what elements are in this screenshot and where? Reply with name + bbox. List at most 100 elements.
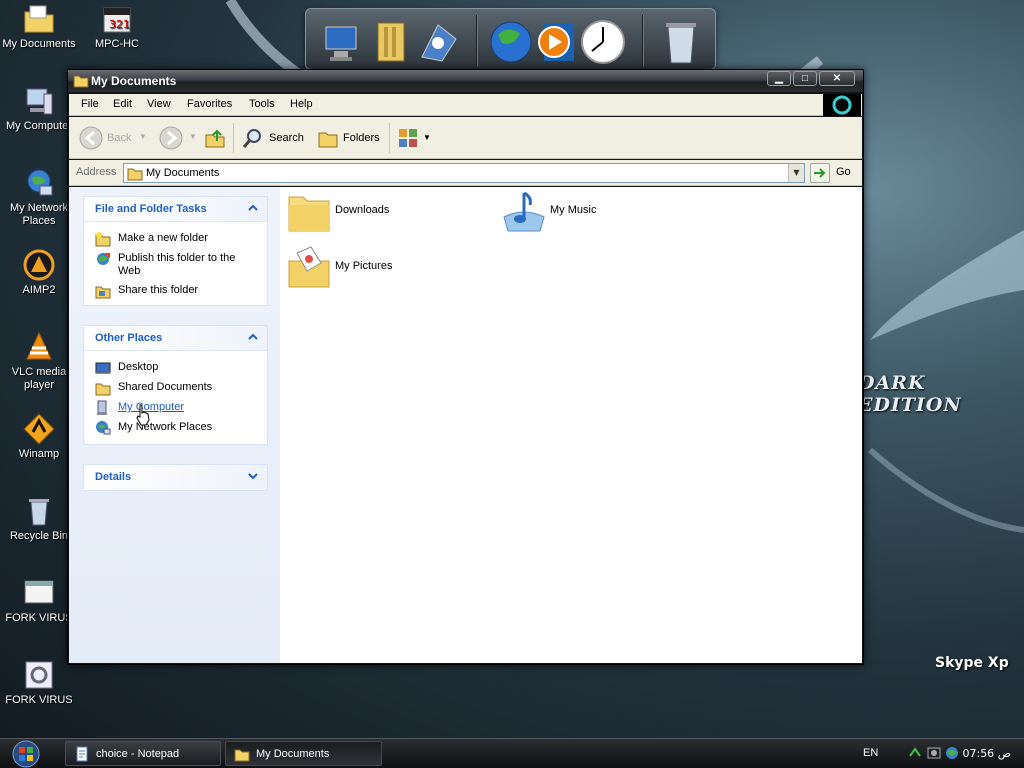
file-item-my-music[interactable]: My Music <box>500 187 710 239</box>
back-dropdown-icon[interactable]: ▼ <box>139 132 147 141</box>
folders-button[interactable]: Folders <box>343 132 380 144</box>
other-places-header[interactable]: Other Places <box>84 326 267 351</box>
details-header[interactable]: Details <box>84 465 267 490</box>
tray-skype-icon[interactable] <box>926 745 942 761</box>
toolbar-divider <box>233 123 234 153</box>
forward-dropdown-icon[interactable]: ▼ <box>189 132 197 141</box>
menu-favorites[interactable]: Favorites <box>187 98 232 110</box>
folder-icon <box>288 196 330 232</box>
vlc-icon <box>26 331 52 360</box>
computer-icon <box>97 400 107 415</box>
edition-branding: DARK EDITION <box>858 372 962 416</box>
minimize-button[interactable]: ▁ <box>767 71 791 86</box>
desktop-icon-vlc[interactable]: VLC media player <box>1 330 77 392</box>
recycle-bin-icon[interactable] <box>658 17 704 67</box>
music-folder-icon <box>503 191 545 232</box>
go-arrow-icon <box>810 163 830 183</box>
explorer-window: My Documents ▁ □ ✕ File Edit View Favori… <box>67 69 864 665</box>
folder-icon <box>95 383 111 396</box>
network-places-icon <box>96 421 111 435</box>
desktop-icon-winamp[interactable]: Winamp <box>1 412 77 461</box>
file-list: Downloads My Music My Pictures <box>280 187 862 663</box>
task-pane: File and Folder Tasks Make a new folder … <box>69 187 280 663</box>
system-tray: 07:56 ص <box>894 739 1024 768</box>
desktop-icon-fork-virus-1[interactable]: FORK VIRUS <box>1 576 77 625</box>
aimp2-icon <box>23 249 55 281</box>
language-indicator[interactable]: EN <box>863 747 878 759</box>
skype-branding: Skype Xp <box>935 655 1009 671</box>
search-button[interactable]: Search <box>269 132 304 144</box>
window-title: My Documents <box>91 74 177 88</box>
file-folder-tasks-header[interactable]: File and Folder Tasks <box>84 197 267 222</box>
desktop-icon <box>95 362 111 374</box>
other-places-panel: Other Places Desktop Shared Documents My… <box>83 325 268 445</box>
up-folder-icon[interactable] <box>204 127 226 149</box>
title-bar[interactable]: My Documents ▁ □ ✕ <box>68 70 863 92</box>
my-documents-icon <box>24 5 54 33</box>
clock[interactable]: 07:56 ص <box>962 747 1011 760</box>
file-item-my-pictures[interactable]: My Pictures <box>285 243 495 295</box>
forward-arrow-icon[interactable] <box>158 125 184 151</box>
file-folder-tasks-panel: File and Folder Tasks Make a new folder … <box>83 196 268 306</box>
my-computer-icon <box>26 88 53 115</box>
address-label: Address <box>76 166 117 178</box>
clock-icon[interactable] <box>580 17 626 67</box>
desktop-icon-network-places[interactable]: My Network Places <box>1 166 77 228</box>
back-button-label[interactable]: Back <box>107 132 131 144</box>
dock-separator <box>476 15 478 67</box>
network-icon[interactable] <box>416 17 462 67</box>
menu-tools[interactable]: Tools <box>249 98 275 110</box>
network-places-icon <box>27 169 53 196</box>
go-button[interactable]: Go <box>810 163 858 183</box>
menu-bar: File Edit View Favorites Tools Help <box>69 94 862 116</box>
mpc-hc-icon: 321 <box>103 7 131 33</box>
desktop-icon-my-documents[interactable]: My Documents <box>1 2 77 51</box>
desktop-icon-my-computer[interactable]: My Computer <box>1 84 77 133</box>
address-dropdown-icon[interactable]: ▼ <box>788 164 804 182</box>
address-value: My Documents <box>146 167 220 179</box>
menu-edit[interactable]: Edit <box>113 98 132 110</box>
globe-icon[interactable] <box>488 17 534 67</box>
taskbar-button-notepad[interactable]: choice - Notepad <box>65 741 221 766</box>
back-arrow-icon[interactable] <box>78 125 104 151</box>
start-button-icon[interactable] <box>8 740 44 768</box>
address-input[interactable]: My Documents ▼ <box>123 163 805 183</box>
folder-icon <box>234 749 250 762</box>
taskbar-button-my-documents[interactable]: My Documents <box>225 741 382 766</box>
go-label: Go <box>836 166 851 178</box>
desktop-icon-aimp2[interactable]: AIMP2 <box>1 248 77 297</box>
close-button[interactable]: ✕ <box>819 71 855 86</box>
maximize-button[interactable]: □ <box>793 71 817 86</box>
desktop-icon-mpc-hc[interactable]: 321 MPC-HC <box>79 2 155 51</box>
notepad-icon <box>76 746 88 762</box>
desktop-icon-fork-virus-2[interactable]: FORK VIRUS <box>1 658 77 707</box>
menu-file[interactable]: File <box>81 98 99 110</box>
tray-globe-icon[interactable] <box>944 745 960 761</box>
chevron-up-icon[interactable] <box>247 331 259 343</box>
media-player-icon[interactable] <box>534 17 580 67</box>
search-icon[interactable] <box>242 127 264 149</box>
throbber-icon <box>832 95 852 115</box>
views-icon[interactable] <box>397 127 421 149</box>
menu-help[interactable]: Help <box>290 98 313 110</box>
address-bar: Address My Documents ▼ Go <box>69 160 862 186</box>
menu-view[interactable]: View <box>147 98 171 110</box>
chevron-down-icon[interactable] <box>247 470 259 482</box>
share-folder-icon <box>95 286 111 299</box>
chevron-up-icon[interactable] <box>247 202 259 214</box>
svg-text:321: 321 <box>109 18 130 31</box>
documents-folder-icon[interactable] <box>370 17 416 67</box>
file-item-downloads[interactable]: Downloads <box>285 187 495 239</box>
toolbar-divider <box>389 123 390 153</box>
standard-toolbar: Back ▼ ▼ Search Folders ▼ <box>69 117 862 159</box>
publish-web-icon <box>97 253 110 265</box>
folders-icon[interactable] <box>317 127 339 149</box>
desktop-icon-recycle-bin[interactable]: Recycle Bin <box>1 494 77 543</box>
tray-network-icon[interactable] <box>908 746 922 760</box>
recycle-bin-icon <box>29 499 49 526</box>
computer-icon[interactable] <box>320 17 366 67</box>
views-dropdown-icon[interactable]: ▼ <box>423 133 431 142</box>
dock-separator <box>642 15 644 67</box>
windows-logo <box>823 94 861 116</box>
hand-cursor-icon <box>136 404 150 426</box>
